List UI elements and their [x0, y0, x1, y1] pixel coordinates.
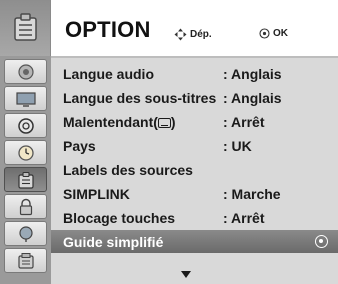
clock-icon [17, 144, 34, 161]
menu-sidebar [0, 0, 51, 284]
sidebar-item-input[interactable] [4, 221, 47, 246]
sidebar-item-lock[interactable] [4, 194, 47, 219]
more-icon [17, 252, 34, 269]
menu-item-label: Pays [63, 138, 96, 154]
menu-item-subtitle-language[interactable]: Langue des sous-titres : Anglais [51, 86, 338, 109]
sidebar-item-audio[interactable] [4, 59, 47, 84]
menu-header: OPTION Dép. OK [51, 0, 338, 56]
menu-item-label: Langue audio [63, 66, 154, 82]
move-hint: Dép. [174, 28, 212, 41]
page-title: OPTION [65, 17, 151, 42]
screen-adjust-icon [17, 117, 34, 134]
menu-item-label: SIMPLINK [63, 186, 130, 202]
menu-item-value: : Arrêt [223, 114, 265, 130]
menu-item-value: : UK [223, 138, 252, 154]
scroll-down-arrow-icon[interactable] [181, 271, 191, 278]
option-list: Langue audio : Anglais Langue des sous-t… [51, 56, 338, 284]
menu-item-simple-guide[interactable]: Guide simplifié [51, 230, 338, 253]
subtitle-box-icon [157, 118, 171, 128]
ok-hint: OK [259, 28, 288, 39]
ok-select-icon [315, 235, 328, 248]
lock-icon [19, 198, 32, 215]
menu-item-value: : Marche [223, 186, 281, 202]
menu-item-label: Guide simplifié [63, 234, 164, 250]
menu-item-audio-language[interactable]: Langue audio : Anglais [51, 62, 338, 85]
move-hint-label: Dép. [190, 29, 212, 40]
input-icon [18, 225, 33, 242]
menu-item-label: Malentendant( [63, 114, 158, 130]
ok-button-icon [259, 28, 270, 39]
menu-item-key-lock[interactable]: Blocage touches : Arrêt [51, 206, 338, 229]
sidebar-item-option[interactable] [4, 167, 47, 192]
sidebar-item-screen[interactable] [4, 113, 47, 138]
ok-hint-label: OK [273, 28, 288, 39]
menu-item-label-wrap: Malentendant() [63, 114, 176, 130]
audio-speaker-icon [17, 63, 34, 80]
menu-item-label: Langue des sous-titres [63, 90, 217, 106]
menu-item-source-labels[interactable]: Labels des sources [51, 158, 338, 181]
sidebar-header [0, 0, 51, 56]
sidebar-item-more[interactable] [4, 248, 47, 273]
menu-item-value: : Arrêt [223, 210, 265, 226]
picture-screen-icon [15, 91, 36, 107]
menu-item-hearing-impaired[interactable]: Malentendant() : Arrêt [51, 110, 338, 133]
menu-item-value: : Anglais [223, 66, 282, 82]
menu-item-value: : Anglais [223, 90, 282, 106]
menu-item-label-suffix: ) [170, 114, 176, 130]
menu-item-country[interactable]: Pays : UK [51, 134, 338, 157]
navigation-arrows-icon [174, 28, 187, 41]
menu-item-simplink[interactable]: SIMPLINK : Marche [51, 182, 338, 205]
option-menu-window: OPTION Dép. OK Langue audio: Anglais La… [0, 0, 338, 284]
menu-item-label: Blocage touches [63, 210, 176, 226]
sidebar-item-time[interactable] [4, 140, 47, 165]
option-toolbox-icon [14, 13, 37, 41]
option-icon [17, 171, 34, 189]
menu-item-label: Labels des sources [63, 162, 193, 178]
sidebar-item-picture[interactable] [4, 86, 47, 111]
